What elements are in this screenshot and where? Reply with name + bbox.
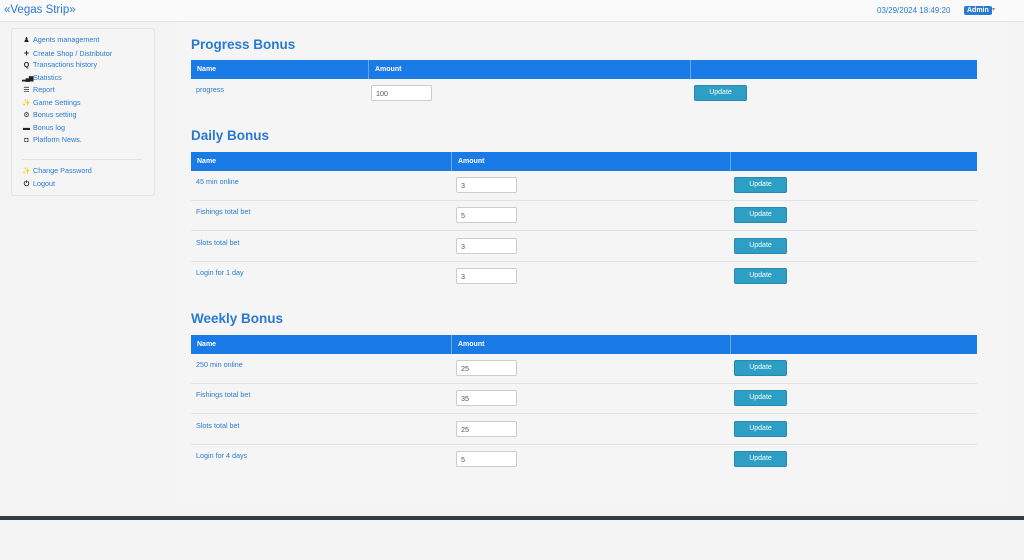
update-button[interactable]: Update (734, 238, 787, 254)
amount-input[interactable] (456, 421, 517, 437)
table-row: 250 min online Update (191, 354, 977, 384)
chevron-down-icon[interactable]: ▾ (992, 6, 995, 13)
top-navbar: «Vegas Strip» 03/29/2024 18:49:20 Admin … (0, 0, 1024, 22)
amount-input[interactable] (371, 85, 432, 101)
sidebar-item-change-password[interactable]: ✨ Change Password (22, 166, 92, 176)
daily-bonus-title: Daily Bonus (191, 128, 270, 143)
amount-input[interactable] (456, 238, 517, 254)
table-row: Slots total bet Update (191, 232, 977, 262)
amount-input[interactable] (456, 268, 517, 284)
column-header-name: Name (197, 158, 217, 165)
amount-input[interactable] (456, 207, 517, 223)
column-header-amount: Amount (451, 335, 730, 354)
sidebar-item-label: Bonus setting (33, 110, 77, 119)
bonus-name: Slots total bet (196, 238, 240, 247)
table-row: progress Update (191, 79, 977, 109)
gear-icon: ⚙ (23, 112, 30, 119)
sidebar-item-label: Bonus log (33, 122, 65, 132)
sidebar-item-bonus-log[interactable]: ▬ Bonus log (22, 123, 65, 133)
table-row: Login for 1 day Update (191, 262, 977, 292)
amount-input[interactable] (456, 390, 517, 406)
search-icon: Q (23, 62, 30, 69)
sidebar-item-label: Game Settings (33, 97, 81, 107)
power-icon: ⏻ (23, 181, 30, 188)
column-header-amount: Amount (451, 152, 730, 171)
amount-input[interactable] (456, 360, 517, 376)
progress-bonus-title: Progress Bonus (191, 37, 296, 52)
main-content: Progress Bonus Name Amount progress Upda… (180, 23, 1004, 504)
column-header-name: Name (197, 341, 217, 348)
sidebar-item-report[interactable]: ☰ Report (22, 85, 55, 95)
sidebar-item-label: Report (33, 85, 55, 94)
sidebar-item-label: Transactions history (33, 60, 98, 69)
bonus-name: Login for 1 day (196, 268, 244, 277)
bonus-name: Fishings total bet (196, 207, 251, 216)
sidebar-item-create-shop[interactable]: + Create Shop / Distributor (22, 48, 112, 58)
sidebar-item-label: Logout (33, 179, 55, 188)
wrench-icon: ✨ (22, 99, 31, 107)
daily-table-header: Name Amount (191, 152, 977, 171)
sidebar-item-transactions-history[interactable]: Q Transactions history (22, 60, 97, 70)
update-button[interactable]: Update (734, 177, 787, 193)
bonus-name: Slots total bet (196, 421, 240, 430)
sidebar-item-statistics[interactable]: ▂▄▆Statistics (22, 73, 62, 83)
column-header-action (730, 335, 977, 354)
list-icon: ☰ (23, 87, 30, 94)
sidebar-divider (22, 159, 142, 160)
weekly-table-header: Name Amount (191, 335, 977, 354)
update-button[interactable]: Update (694, 85, 747, 101)
update-button[interactable]: Update (734, 390, 787, 406)
bonus-name: Fishings total bet (196, 390, 251, 399)
sidebar-item-label: Change Password (33, 166, 92, 175)
column-header-amount: Amount (368, 60, 690, 79)
sidebar-item-platform-news[interactable]: ◘ Platform News. (22, 135, 82, 145)
column-header-name: Name (197, 66, 217, 73)
update-button[interactable]: Update (734, 360, 787, 376)
column-header-action (690, 60, 977, 79)
bonus-name: progress (196, 85, 224, 94)
camera-icon: ◘ (24, 137, 29, 144)
plus-icon: + (23, 47, 30, 58)
update-button[interactable]: Update (734, 268, 787, 284)
wrench-icon: ✨ (22, 168, 31, 175)
column-header-action (730, 152, 977, 171)
table-row: 45 min online Update (191, 171, 977, 201)
update-button[interactable]: Update (734, 207, 787, 223)
amount-input[interactable] (456, 451, 517, 467)
sidebar: ♟ Agents management + Create Shop / Distri… (11, 28, 155, 196)
sidebar-item-label: Agents management (33, 35, 100, 44)
admin-user-menu[interactable]: Admin (964, 6, 992, 15)
progress-table-header: Name Amount (191, 60, 977, 79)
table-row: Fishings total bet Update (191, 201, 977, 231)
table-row: Fishings total bet Update (191, 384, 977, 414)
sidebar-item-label: Statistics (33, 72, 62, 82)
footer-bar (0, 516, 1024, 520)
weekly-bonus-title: Weekly Bonus (191, 311, 284, 326)
sidebar-item-label: Create Shop / Distributor (33, 48, 113, 58)
sidebar-item-bonus-setting[interactable]: ⚙ Bonus setting (22, 110, 77, 120)
brand-link[interactable]: «Vegas Strip» (4, 4, 76, 16)
sidebar-item-label: Platform News. (33, 135, 82, 144)
amount-input[interactable] (456, 177, 517, 193)
table-row: Login for 4 days Update (191, 445, 977, 475)
inbox-icon: ▬ (23, 124, 30, 132)
sidebar-item-agents-management[interactable]: ♟ Agents management (22, 35, 99, 45)
update-button[interactable]: Update (734, 451, 787, 467)
bonus-name: 250 min online (196, 360, 243, 369)
user-icon: ♟ (23, 37, 30, 44)
current-datetime: 03/29/2024 18:49:20 (877, 6, 951, 15)
signal-icon: ▂▄▆ (22, 75, 33, 82)
update-button[interactable]: Update (734, 421, 787, 437)
sidebar-item-logout[interactable]: ⏻ Logout (22, 179, 55, 189)
bonus-name: 45 min online (196, 177, 239, 186)
bonus-name: Login for 4 days (196, 451, 248, 460)
sidebar-item-game-settings[interactable]: ✨ Game Settings (22, 97, 81, 108)
table-row: Slots total bet Update (191, 415, 977, 445)
